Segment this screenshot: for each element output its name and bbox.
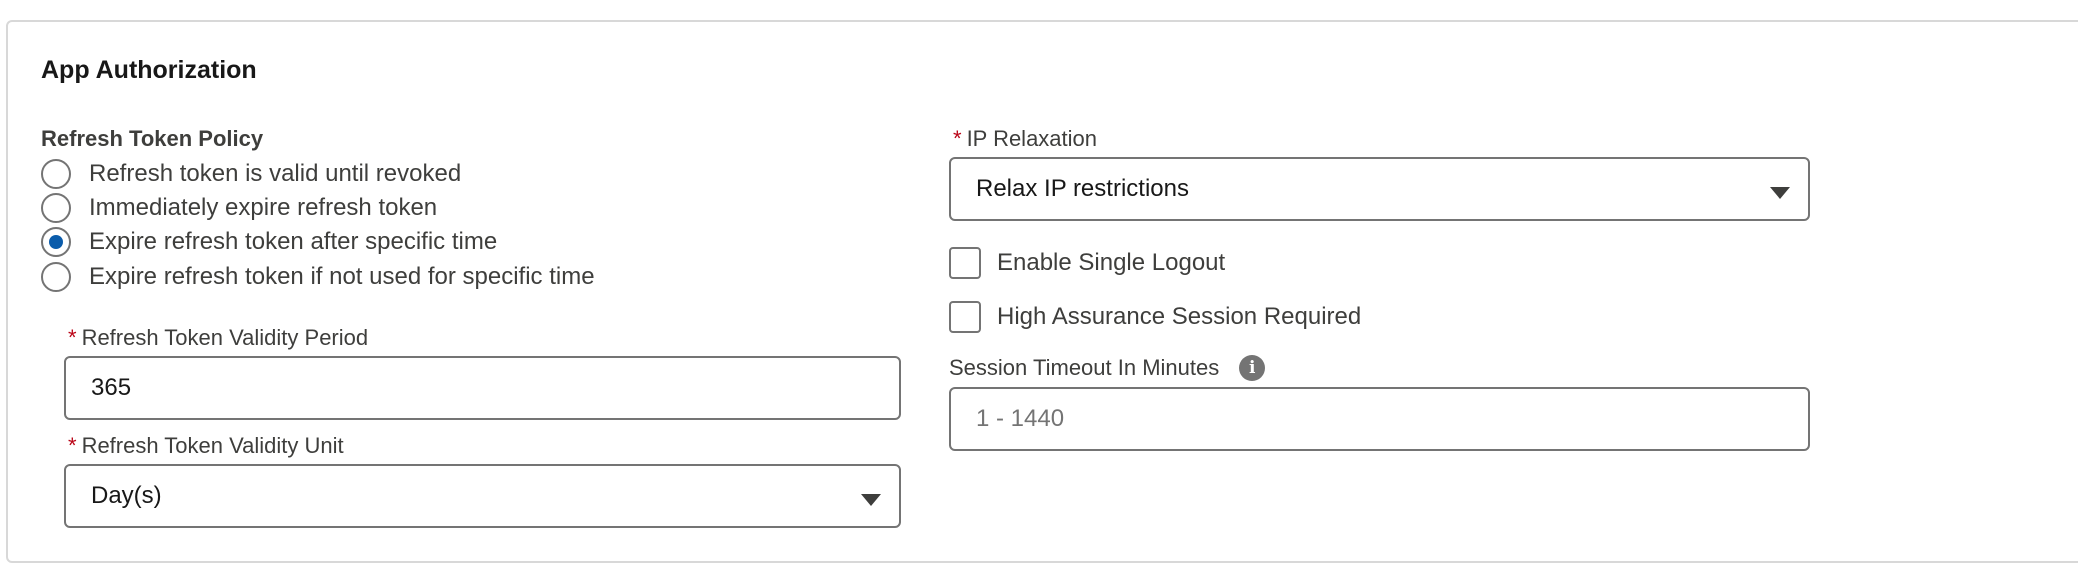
- required-marker: *: [68, 433, 77, 458]
- validity-period-input[interactable]: 365: [64, 356, 901, 420]
- radio-option-label: Expire refresh token if not used for spe…: [89, 263, 595, 290]
- validity-unit-value: Day(s): [91, 482, 162, 509]
- high-assurance-label: High Assurance Session Required: [997, 303, 1362, 330]
- ip-relaxation-select[interactable]: Relax IP restrictions: [949, 157, 1810, 221]
- radio-button[interactable]: [41, 159, 71, 189]
- enable-single-logout-checkbox[interactable]: [949, 247, 981, 279]
- validity-unit-select[interactable]: Day(s): [64, 464, 901, 528]
- radio-option-label: Immediately expire refresh token: [89, 194, 438, 221]
- ip-relaxation-label: * IP Relaxation: [953, 126, 1097, 152]
- session-timeout-input[interactable]: 1 - 1440: [949, 387, 1810, 451]
- chevron-down-icon: [1770, 187, 1790, 199]
- radio-option-expire-if-not-used[interactable]: Expire refresh token if not used for spe…: [41, 261, 595, 293]
- enable-single-logout-option[interactable]: Enable Single Logout: [949, 246, 1225, 280]
- high-assurance-checkbox[interactable]: [949, 301, 981, 333]
- radio-button-selected[interactable]: [41, 227, 71, 257]
- session-timeout-label-text: Session Timeout In Minutes: [949, 355, 1220, 380]
- radio-button[interactable]: [41, 262, 71, 292]
- high-assurance-option[interactable]: High Assurance Session Required: [949, 300, 1361, 334]
- radio-option-immediately-expire[interactable]: Immediately expire refresh token: [41, 192, 437, 224]
- required-marker: *: [68, 325, 77, 350]
- session-timeout-label: Session Timeout In Minutes i: [949, 355, 1266, 381]
- validity-unit-label-text: Refresh Token Validity Unit: [81, 433, 344, 458]
- radio-option-label: Expire refresh token after specific time: [89, 228, 498, 255]
- radio-option-valid-until-revoked[interactable]: Refresh token is valid until revoked: [41, 158, 461, 190]
- section-title: App Authorization: [41, 56, 257, 84]
- validity-period-label-text: Refresh Token Validity Period: [81, 325, 369, 350]
- validity-period-value: 365: [91, 374, 132, 401]
- enable-single-logout-label: Enable Single Logout: [997, 249, 1226, 276]
- radio-option-label: Refresh token is valid until revoked: [89, 160, 462, 187]
- required-marker: *: [953, 126, 962, 151]
- chevron-down-icon: [861, 494, 881, 506]
- validity-unit-label: * Refresh Token Validity Unit: [68, 433, 344, 459]
- info-icon[interactable]: i: [1239, 355, 1266, 381]
- radio-button[interactable]: [41, 193, 71, 223]
- ip-relaxation-value: Relax IP restrictions: [976, 175, 1189, 202]
- radio-option-expire-after-time[interactable]: Expire refresh token after specific time: [41, 226, 497, 258]
- session-timeout-placeholder: 1 - 1440: [976, 405, 1065, 432]
- validity-period-label: * Refresh Token Validity Period: [68, 325, 368, 351]
- refresh-token-policy-label: Refresh Token Policy: [41, 126, 264, 151]
- ip-relaxation-label-text: IP Relaxation: [966, 126, 1098, 151]
